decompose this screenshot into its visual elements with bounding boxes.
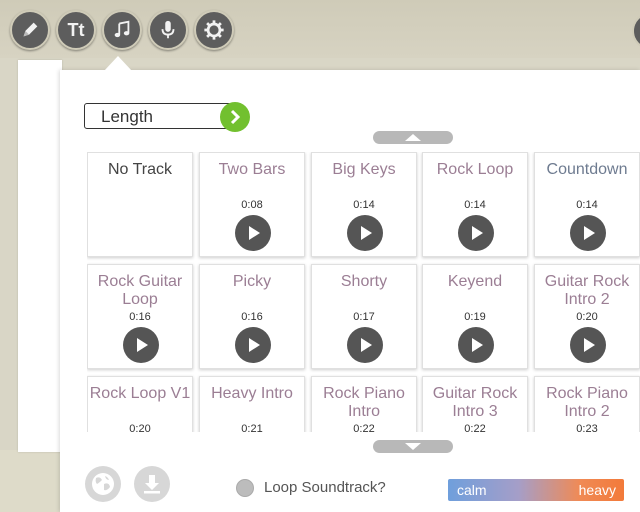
track-card[interactable]: Guitar Rock Intro 3 0:22	[422, 376, 528, 432]
play-button[interactable]	[458, 215, 494, 251]
track-name: Guitar Rock Intro 3	[432, 385, 518, 420]
track-name: Shorty	[340, 273, 388, 290]
track-duration: 0:19	[464, 311, 486, 323]
page-canvas	[18, 60, 62, 452]
track-duration: 0:20	[576, 311, 598, 323]
track-card[interactable]: Two Bars 0:08	[199, 152, 305, 257]
play-button[interactable]	[347, 215, 383, 251]
track-name: Guitar Rock Intro 2	[544, 273, 630, 308]
track-duration: 0:21	[241, 423, 263, 432]
text-tool-button[interactable]: Tt	[56, 10, 96, 50]
play-icon	[584, 226, 595, 240]
triangle-down-icon	[405, 443, 421, 450]
toolbar: Tt	[0, 0, 640, 52]
track-name: Heavy Intro	[211, 385, 293, 402]
track-duration: 0:22	[464, 423, 486, 432]
edge-button[interactable]	[632, 12, 640, 50]
play-button[interactable]	[235, 327, 271, 363]
track-card[interactable]: Heavy Intro 0:21	[199, 376, 305, 432]
loop-checkbox[interactable]	[236, 479, 254, 497]
globe-button[interactable]	[85, 466, 121, 502]
panel-pointer	[104, 56, 132, 71]
track-duration: 0:20	[129, 423, 151, 432]
track-card[interactable]: Shorty 0:17	[311, 264, 417, 369]
play-button[interactable]	[123, 327, 159, 363]
track-duration: 0:16	[241, 311, 263, 323]
globe-icon	[92, 473, 114, 495]
music-tool-button[interactable]	[102, 10, 142, 50]
track-card[interactable]: Picky 0:16	[199, 264, 305, 369]
play-button[interactable]	[235, 215, 271, 251]
mood-slider[interactable]: calm heavy	[448, 479, 624, 501]
track-card[interactable]: Countdown 0:14	[534, 152, 640, 257]
track-card[interactable]: Big Keys 0:14	[311, 152, 417, 257]
download-icon	[144, 475, 160, 494]
play-icon	[361, 338, 372, 352]
track-duration: 0:14	[464, 199, 486, 211]
track-card[interactable]: Rock Loop V1 0:20	[87, 376, 193, 432]
track-name: Rock Loop V1	[89, 385, 191, 402]
track-name: Rock Piano Intro	[323, 385, 405, 420]
mood-low-label: calm	[457, 482, 487, 498]
track-card[interactable]: Rock Loop 0:14	[422, 152, 528, 257]
settings-tool-button[interactable]	[194, 10, 234, 50]
track-duration: 0:14	[353, 199, 375, 211]
text-icon: Tt	[67, 19, 85, 40]
chevron-right-icon	[230, 109, 241, 125]
mood-high-label: heavy	[578, 482, 616, 498]
track-grid: No Track Two Bars 0:08 Big Keys 0:14 Rock Loo…	[87, 152, 640, 432]
track-name: Rock Loop	[436, 161, 514, 178]
play-button[interactable]	[570, 215, 606, 251]
track-duration: 0:14	[576, 199, 598, 211]
download-button[interactable]	[134, 466, 170, 502]
track-name: Two Bars	[218, 161, 286, 178]
play-icon	[472, 338, 483, 352]
play-icon	[249, 338, 260, 352]
track-card[interactable]: No Track	[87, 152, 193, 257]
track-card[interactable]: Rock Piano Intro 0:22	[311, 376, 417, 432]
track-card[interactable]: Guitar Rock Intro 2 0:20	[534, 264, 640, 369]
play-button[interactable]	[347, 327, 383, 363]
track-name: Rock Piano Intro 2	[546, 385, 628, 420]
scroll-up-button[interactable]	[373, 131, 453, 144]
track-name: Keyend	[447, 273, 503, 290]
play-button[interactable]	[570, 327, 606, 363]
microphone-tool-button[interactable]	[148, 10, 188, 50]
scroll-down-button[interactable]	[373, 440, 453, 453]
track-duration: 0:16	[129, 311, 151, 323]
track-name: No Track	[107, 161, 172, 178]
sort-label: Length	[101, 107, 153, 126]
track-card[interactable]: Rock Guitar Loop 0:16	[87, 264, 193, 369]
track-duration: 0:23	[576, 423, 598, 432]
play-icon	[584, 338, 595, 352]
track-duration: 0:22	[353, 423, 375, 432]
play-icon	[249, 226, 260, 240]
play-icon	[361, 226, 372, 240]
gear-icon	[204, 20, 224, 40]
music-note-icon	[114, 20, 130, 38]
track-duration: 0:08	[241, 199, 263, 211]
play-icon	[137, 338, 148, 352]
sort-go-button[interactable]	[220, 102, 250, 132]
track-name: Picky	[232, 273, 272, 290]
sort-select[interactable]: Length	[84, 103, 240, 129]
loop-label: Loop Soundtrack?	[264, 479, 386, 496]
triangle-up-icon	[405, 134, 421, 141]
track-card[interactable]: Rock Piano Intro 2 0:23	[534, 376, 640, 432]
track-name: Big Keys	[332, 161, 396, 178]
track-name: Rock Guitar Loop	[97, 273, 183, 308]
track-card[interactable]: Keyend 0:19	[422, 264, 528, 369]
microphone-icon	[161, 20, 175, 39]
play-button[interactable]	[458, 327, 494, 363]
pencil-tool-button[interactable]	[10, 10, 50, 50]
track-duration: 0:17	[353, 311, 375, 323]
track-name: Countdown	[546, 161, 628, 178]
play-icon	[472, 226, 483, 240]
pencil-icon	[23, 22, 38, 37]
